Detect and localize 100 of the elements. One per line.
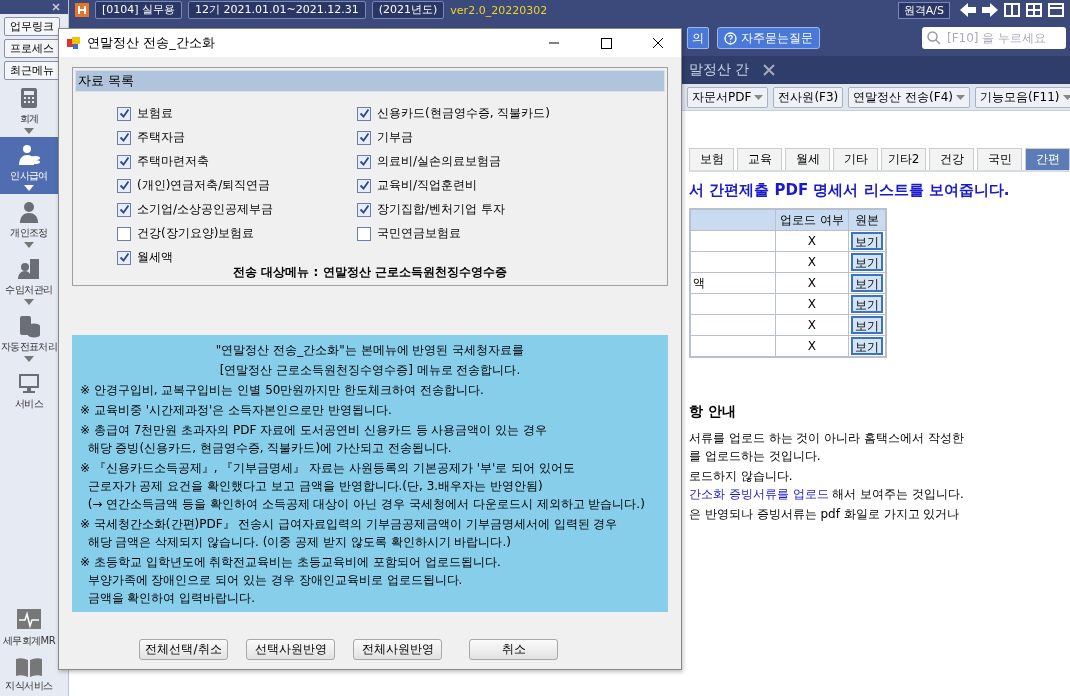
checkbox[interactable]: 신용카드(현금영수증, 직불카드) xyxy=(357,104,617,123)
document-tab[interactable]: 말정산 간 xyxy=(689,61,750,79)
window-layout-icon[interactable] xyxy=(1004,3,1020,17)
window-grid-icon[interactable] xyxy=(1026,3,1042,17)
column-header: 업로드 여부 xyxy=(775,209,849,231)
info-text: 해당 증빙(신용카드, 현금영수증, 직불카드)에 가산되고 전송됩니다. xyxy=(86,440,453,456)
search-field[interactable]: [F10] 을 누르세요 xyxy=(922,27,1066,49)
dialog-title: 연말정산 전송_간소화 xyxy=(87,34,215,52)
table-cell: 액 xyxy=(693,275,705,290)
book-icon xyxy=(15,657,43,677)
checkbox[interactable]: 교육비/직업훈련비 xyxy=(357,176,617,195)
view-button[interactable]: 보기 xyxy=(850,274,883,292)
checkbox[interactable]: 건강(장기요양)보험료 xyxy=(117,224,357,243)
quick-link-button[interactable]: 업무링크 xyxy=(4,17,60,36)
faq-button[interactable]: 자주묻는질문 xyxy=(717,27,820,49)
checkbox-box[interactable] xyxy=(357,154,371,169)
dialog-button[interactable]: 선택사원반영 xyxy=(246,639,335,660)
checkbox-box[interactable] xyxy=(357,130,371,145)
checkbox[interactable]: 장기집합/벤처기업 투자 xyxy=(357,200,617,219)
checkbox-box[interactable] xyxy=(117,154,131,169)
view-button[interactable]: 보기 xyxy=(850,316,883,334)
sidebar-item[interactable]: 개인조정 xyxy=(0,194,58,251)
checkbox[interactable]: 소기업/소상공인공제부금 xyxy=(117,200,357,219)
category-tab[interactable]: 기타2 xyxy=(881,148,926,170)
action-button[interactable]: 연말정산 전송(F4) xyxy=(848,86,970,108)
notice-link[interactable]: 간소화 증빙서류를 업로드 xyxy=(689,487,829,501)
category-tab[interactable]: 교육 xyxy=(737,148,782,170)
caret-icon xyxy=(1062,94,1070,100)
view-button[interactable]: 보기 xyxy=(850,253,883,271)
toolbar-button[interactable]: 의 xyxy=(687,27,709,49)
action-button[interactable]: 자문서PDF xyxy=(687,86,769,108)
notice-text: 서류를 업로드 하는 것이 아니라 홈택스에서 작성한 xyxy=(689,430,965,446)
info-text: 해당 금액은 삭제되지 않습니다. (이중 공제 받지 않도록 확인하시기 바랍니다.) xyxy=(86,534,512,550)
category-tab[interactable]: 건강 xyxy=(929,148,974,170)
sidebar-item[interactable]: 자동전표처리 xyxy=(0,308,58,365)
view-button[interactable]: 보기 xyxy=(850,295,883,313)
info-text: ※ 총급여 7천만원 초과자의 PDF 자료에 도서공연비 신용카드 등 사용금액이 있는 경우 xyxy=(80,422,549,438)
year-field[interactable]: (2021년도) xyxy=(371,1,445,19)
category-tab[interactable]: 국민 xyxy=(977,148,1022,170)
checkbox-box[interactable] xyxy=(357,106,371,121)
dialog-button[interactable]: 전체사원반영 xyxy=(353,639,442,660)
dialog-button[interactable]: 취소 xyxy=(469,639,558,660)
notice-text: 로드하지 않습니다. xyxy=(689,468,794,484)
checkbox-box[interactable] xyxy=(117,202,131,217)
forward-arrow-icon[interactable] xyxy=(982,3,998,17)
sidebar-item[interactable]: 서비스 xyxy=(0,365,58,414)
checkbox-box[interactable] xyxy=(117,178,131,193)
view-button[interactable]: 보기 xyxy=(850,232,883,250)
caret-icon xyxy=(956,94,965,100)
sidebar-item[interactable]: 인사급여 xyxy=(0,137,58,194)
dialog-button[interactable]: 전체선택/취소 xyxy=(139,639,228,660)
notice-text: 간소화 증빙서류를 업로드 해서 보여주는 것입니다. xyxy=(689,486,965,502)
checkbox-box[interactable] xyxy=(117,250,131,265)
checkbox[interactable]: (개인)연금저축/퇴직연금 xyxy=(117,176,357,195)
group-header: 자료 목록 xyxy=(75,70,665,92)
remote-support-button[interactable]: 원격A/S xyxy=(897,1,950,19)
version-text: ver2.0_20220302 xyxy=(450,3,548,17)
checkbox[interactable]: 기부금 xyxy=(357,128,617,147)
checkbox[interactable]: 주택마련저축 xyxy=(117,152,357,171)
checkbox-box[interactable] xyxy=(117,226,131,241)
info-text: 부양가족에 장애인으로 되어 있는 경우 장애인교육비로 업로드됩니다. xyxy=(86,572,464,588)
section-heading: 서 간편제출 PDF 명세서 리스트를 보여줍니다. xyxy=(689,181,1011,200)
info-text: ※ 『신용카드소득공제』, 『기부금명세』 자료는 사원등록의 기본공제가 '부'로 되어 있어도 xyxy=(80,460,576,476)
person-coins-icon xyxy=(17,143,41,167)
sidebar-item[interactable]: 세무회계MR xyxy=(0,602,58,651)
company-field[interactable]: [0104] 실무용 xyxy=(95,1,183,19)
caret-icon xyxy=(24,299,34,305)
category-tab[interactable]: 보험 xyxy=(689,148,734,170)
category-tab[interactable]: 기타 xyxy=(833,148,878,170)
period-field[interactable]: 12기 2021.01.01~2021.12.31 xyxy=(188,1,366,19)
checkbox[interactable]: 의료비/실손의료보험금 xyxy=(357,152,617,171)
quick-link-button[interactable]: 최근메뉴 xyxy=(4,61,60,80)
checkbox-box[interactable] xyxy=(357,202,371,217)
checkbox-box[interactable] xyxy=(357,178,371,193)
view-button[interactable]: 보기 xyxy=(850,337,883,355)
checkbox[interactable]: 국민연금보험료 xyxy=(357,224,617,243)
checkbox[interactable]: 보험료 xyxy=(117,104,357,123)
notice-text: 를 업로드하는 것입니다. xyxy=(689,448,822,464)
checkbox-box[interactable] xyxy=(117,130,131,145)
category-tab[interactable]: 간편 xyxy=(1025,148,1070,170)
quick-link-button[interactable]: 프로세스 xyxy=(4,39,60,58)
sidebar-item[interactable]: 수임처관리 xyxy=(0,251,58,308)
category-tab[interactable]: 월세 xyxy=(785,148,830,170)
checkbox[interactable]: 주택자금 xyxy=(117,128,357,147)
table-cell: X xyxy=(807,297,817,311)
person-building-icon xyxy=(17,257,41,281)
checkbox[interactable]: 월세액 xyxy=(117,248,357,267)
action-button[interactable]: 전사원(F3) xyxy=(773,86,844,108)
table-cell: X xyxy=(807,255,817,269)
caret-icon xyxy=(24,356,34,362)
close-icon[interactable] xyxy=(52,3,60,11)
action-button[interactable]: 기능모음(F11) xyxy=(975,86,1070,108)
back-arrow-icon[interactable] xyxy=(960,3,976,17)
sidebar-item[interactable]: 회계 xyxy=(0,80,58,137)
checkbox-box[interactable] xyxy=(117,106,131,121)
sidebar-item[interactable]: 지식서비스 xyxy=(0,651,58,696)
checkbox-box[interactable] xyxy=(357,226,371,241)
info-text: ※ 국세청간소화(간편)PDF』 전송시 급여자료입력의 기부금공제금액이 기부금명세서에 입력된 경우 xyxy=(80,516,619,532)
close-icon[interactable] xyxy=(763,64,776,76)
window-icon[interactable] xyxy=(1048,3,1064,17)
